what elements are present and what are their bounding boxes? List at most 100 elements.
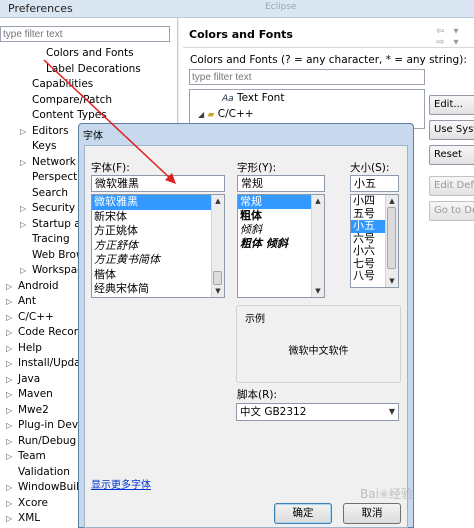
- tree-item[interactable]: Plug-in Devel: [18, 418, 87, 433]
- tree-item[interactable]: Maven: [18, 387, 53, 402]
- colors-filter-input[interactable]: [189, 69, 425, 85]
- tree-item[interactable]: Keys: [32, 139, 57, 154]
- font-list-scrollbar[interactable]: ▲ ▼: [211, 195, 224, 297]
- list-item[interactable]: 微软雅黑: [92, 195, 224, 210]
- side-button[interactable]: Go to Default: [429, 201, 474, 221]
- cancel-button[interactable]: 取消: [343, 503, 401, 524]
- sample-text: 微软中文软件: [288, 346, 349, 357]
- expander-icon[interactable]: ▷: [6, 406, 12, 415]
- tree-item[interactable]: C/C++: [18, 310, 54, 325]
- tree-item[interactable]: Web Brow: [32, 248, 85, 263]
- expander-icon[interactable]: ▷: [6, 452, 12, 461]
- sample-box: 示例 微软中文软件: [236, 305, 401, 383]
- expander-icon[interactable]: ▷: [6, 313, 12, 322]
- expander-icon[interactable]: ▷: [20, 220, 26, 229]
- expander-icon[interactable]: ▷: [6, 359, 12, 368]
- tree-item[interactable]: Help: [18, 341, 42, 356]
- tree-item[interactable]: Team: [18, 449, 46, 464]
- tree-item[interactable]: Xcore: [18, 496, 48, 511]
- expander-icon[interactable]: ▷: [6, 483, 12, 492]
- list-item[interactable]: 方正姚体: [92, 224, 224, 239]
- script-label: 脚本(R):: [237, 389, 278, 401]
- tree-item[interactable]: Editors: [32, 124, 69, 139]
- background-title-text: Eclipse: [265, 2, 297, 12]
- expander-icon[interactable]: ▷: [20, 266, 26, 275]
- tree-item[interactable]: Run/Debug: [18, 434, 76, 449]
- tree-item[interactable]: Mwe2: [18, 403, 49, 418]
- tree-item[interactable]: Install/Updat: [18, 356, 85, 371]
- scroll-thumb[interactable]: [213, 271, 222, 285]
- tree-item[interactable]: WindowBuild: [18, 480, 86, 495]
- show-more-fonts-link[interactable]: 显示更多字体: [91, 476, 151, 491]
- tree-item[interactable]: Compare/Patch: [32, 93, 112, 108]
- tree-item[interactable]: Ant: [18, 294, 36, 309]
- side-button[interactable]: Reset: [429, 145, 474, 165]
- side-button[interactable]: Edit Default...: [429, 176, 474, 196]
- script-select[interactable]: 中文 GB2312 ▼: [236, 403, 399, 421]
- expander-icon[interactable]: ▷: [6, 328, 12, 337]
- title-divider: [183, 47, 474, 48]
- scroll-thumb[interactable]: [387, 207, 396, 269]
- side-button[interactable]: Use System: [429, 120, 474, 140]
- tree-item[interactable]: Workspac: [32, 263, 83, 278]
- scroll-down-icon[interactable]: ▼: [387, 276, 397, 286]
- ok-button[interactable]: 确定: [274, 503, 332, 524]
- expander-icon[interactable]: ▷: [6, 421, 12, 430]
- expander-icon[interactable]: ▷: [6, 390, 12, 399]
- tree-item[interactable]: Security: [32, 201, 75, 216]
- font-label: 字体(F):: [91, 162, 130, 174]
- side-button[interactable]: Edit...: [429, 95, 474, 115]
- font-style-input[interactable]: 常规: [237, 175, 325, 192]
- dialog-title: 字体: [83, 131, 103, 142]
- list-item[interactable]: 方正舒体: [92, 239, 224, 254]
- paw-icon: ❀: [378, 487, 389, 501]
- sample-label: 示例: [245, 310, 265, 325]
- expander-icon[interactable]: ▷: [6, 437, 12, 446]
- tree-item[interactable]: XML: [18, 511, 40, 526]
- tree-item[interactable]: Tracing: [32, 232, 70, 247]
- navigation-arrows-icon[interactable]: ⇦ ▾ ⇨ ▾: [436, 26, 474, 48]
- tree-item[interactable]: Code Recom: [18, 325, 84, 340]
- expander-icon[interactable]: ▷: [6, 499, 12, 508]
- list-item[interactable]: 方正黄书简体: [92, 253, 224, 268]
- expander-icon[interactable]: ▷: [6, 297, 12, 306]
- scroll-up-icon[interactable]: ▲: [313, 196, 323, 206]
- tree-item[interactable]: Content Types: [32, 108, 107, 123]
- expander-icon[interactable]: ▷: [20, 204, 26, 213]
- font-style-list[interactable]: 常规 粗体 倾斜 粗体 倾斜 ▲ ▼: [237, 194, 325, 298]
- scroll-down-icon[interactable]: ▼: [213, 286, 223, 296]
- tree-item-text-font[interactable]: Aa Text Font: [222, 92, 284, 104]
- font-icon: Aa: [222, 94, 234, 104]
- size-label: 大小(S):: [350, 162, 390, 174]
- font-size-list[interactable]: 小四 五号 小五 六号 小六 七号 八号 ▲ ▼: [350, 194, 399, 288]
- style-label: 字形(Y):: [237, 162, 277, 174]
- tree-filter-input[interactable]: [0, 26, 170, 42]
- tree-item[interactable]: Label Decorations: [46, 62, 141, 77]
- preferences-titlebar: Preferences Eclipse: [0, 0, 474, 18]
- size-list-scrollbar[interactable]: ▲ ▼: [385, 195, 398, 287]
- list-item[interactable]: 新宋体: [92, 210, 224, 225]
- font-name-list[interactable]: 微软雅黑 新宋体 方正姚体 方正舒体 方正黄书简体 楷体 经典宋体简 ▲ ▼: [91, 194, 225, 298]
- tree-item[interactable]: Colors and Fonts: [46, 46, 134, 61]
- scroll-up-icon[interactable]: ▲: [213, 196, 223, 206]
- tree-item[interactable]: Validation: [18, 465, 70, 480]
- list-item[interactable]: 经典宋体简: [92, 282, 224, 297]
- expander-icon[interactable]: ▷: [6, 375, 12, 384]
- style-list-scrollbar[interactable]: ▲ ▼: [311, 195, 324, 297]
- list-item[interactable]: 楷体: [92, 268, 224, 283]
- tree-item[interactable]: Search: [32, 186, 68, 201]
- expander-icon[interactable]: ▷: [20, 127, 26, 136]
- expander-icon[interactable]: ▷: [20, 158, 26, 167]
- font-name-input[interactable]: 微软雅黑: [91, 175, 225, 192]
- tree-item[interactable]: Java: [18, 372, 40, 387]
- page-description: Colors and Fonts (? = any character, * =…: [190, 54, 467, 66]
- tree-item[interactable]: Capabilities: [32, 77, 93, 92]
- font-size-input[interactable]: 小五: [350, 175, 399, 192]
- expander-icon[interactable]: ▷: [6, 344, 12, 353]
- scroll-up-icon[interactable]: ▲: [387, 196, 397, 206]
- tree-item-cpp[interactable]: ◢ ▰ C/C++: [198, 108, 254, 120]
- tree-item[interactable]: Android: [18, 279, 59, 294]
- scroll-down-icon[interactable]: ▼: [313, 286, 323, 296]
- expander-icon[interactable]: ▷: [6, 282, 12, 291]
- expander-icon[interactable]: ▷: [6, 514, 12, 523]
